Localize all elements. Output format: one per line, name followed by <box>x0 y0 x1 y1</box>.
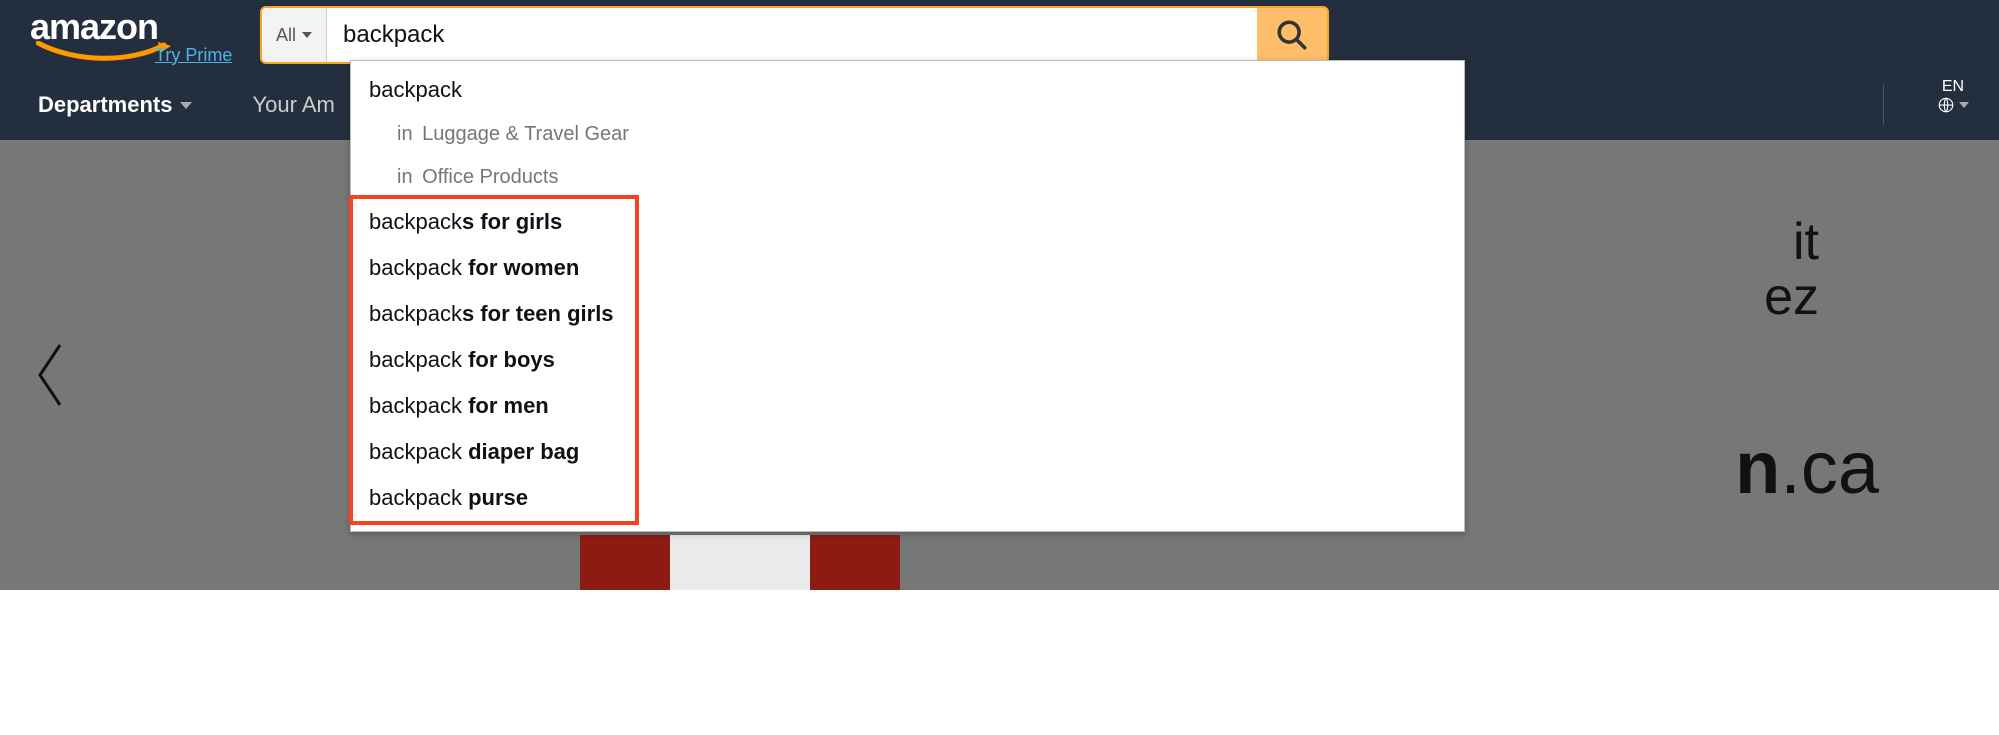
language-code: EN <box>1942 78 1964 96</box>
carousel-prev-button[interactable] <box>30 340 70 415</box>
search-input[interactable] <box>327 8 1257 62</box>
autocomplete-suffix: diaper bag <box>462 439 579 464</box>
autocomplete-prefix: backpack <box>369 393 462 418</box>
chevron-down-icon <box>302 32 312 38</box>
hero-product-thumb <box>670 535 810 590</box>
search-bar: All <box>260 6 1329 64</box>
your-amazon-link[interactable]: Your Am <box>252 92 334 118</box>
hero-brand-frag: n <box>1735 426 1780 509</box>
try-prime-link[interactable]: Try Prime <box>155 45 260 66</box>
autocomplete-suggestion-item[interactable]: backpack diaper bag <box>351 429 1464 475</box>
logo-text: amazon <box>30 9 260 45</box>
autocomplete-suffix: purse <box>462 485 528 510</box>
autocomplete-category-item[interactable]: in Office Products <box>351 156 1464 199</box>
autocomplete-suggestion-item[interactable]: backpacks for teen girls <box>351 291 1464 337</box>
departments-menu[interactable]: Departments <box>38 92 192 118</box>
chevron-left-icon <box>30 340 70 410</box>
autocomplete-suggestion-item[interactable]: backpacks for girls <box>351 199 1464 245</box>
chevron-down-icon <box>180 102 192 109</box>
hero-brand-domain: .ca <box>1780 426 1879 509</box>
autocomplete-category-name: Luggage & Travel Gear <box>422 123 629 145</box>
search-category-dropdown[interactable]: All <box>262 8 327 62</box>
hero-line-2: ez <box>1764 270 1819 325</box>
autocomplete-suffix: for boys <box>462 347 555 372</box>
autocomplete-top-match: backpack <box>369 77 462 102</box>
search-button[interactable] <box>1257 8 1327 62</box>
autocomplete-prefix: backpack <box>369 301 462 326</box>
autocomplete-suffix: for women <box>462 255 579 280</box>
autocomplete-suffix: for men <box>462 393 549 418</box>
autocomplete-prefix: backpack <box>369 347 462 372</box>
language-selector[interactable]: EN <box>1937 78 1969 114</box>
hero-product-thumb <box>580 535 670 590</box>
hero-brand-logo: n.ca <box>1735 425 1879 510</box>
search-autocomplete-dropdown: backpack in Luggage & Travel Gearin Offi… <box>350 60 1465 532</box>
departments-label: Departments <box>38 92 172 118</box>
autocomplete-prefix: backpack <box>369 209 462 234</box>
amazon-logo[interactable]: amazon Try Prime <box>30 5 260 66</box>
autocomplete-suggestion-item[interactable]: backpack for women <box>351 245 1464 291</box>
search-icon <box>1275 18 1309 52</box>
globe-icon <box>1937 96 1955 114</box>
hero-product-thumb <box>810 535 900 590</box>
autocomplete-suffix: s for girls <box>462 209 562 234</box>
hero-line-1: it <box>1764 215 1819 270</box>
hero-headline: it ez <box>1764 215 1819 324</box>
autocomplete-item[interactable]: backpack <box>351 67 1464 113</box>
autocomplete-suggestion-item[interactable]: backpack for men <box>351 383 1464 429</box>
autocomplete-suggestion-item[interactable]: backpack for boys <box>351 337 1464 383</box>
autocomplete-suggestion-item[interactable]: backpack purse <box>351 475 1464 521</box>
autocomplete-category-name: Office Products <box>422 166 558 188</box>
autocomplete-in-label: in <box>397 123 418 145</box>
chevron-down-icon <box>1959 102 1969 108</box>
search-category-label: All <box>276 25 296 46</box>
autocomplete-suffix: s for teen girls <box>462 301 614 326</box>
autocomplete-category-item[interactable]: in Luggage & Travel Gear <box>351 113 1464 156</box>
divider <box>1883 85 1884 125</box>
autocomplete-prefix: backpack <box>369 485 462 510</box>
autocomplete-prefix: backpack <box>369 439 462 464</box>
autocomplete-in-label: in <box>397 166 418 188</box>
autocomplete-prefix: backpack <box>369 255 462 280</box>
